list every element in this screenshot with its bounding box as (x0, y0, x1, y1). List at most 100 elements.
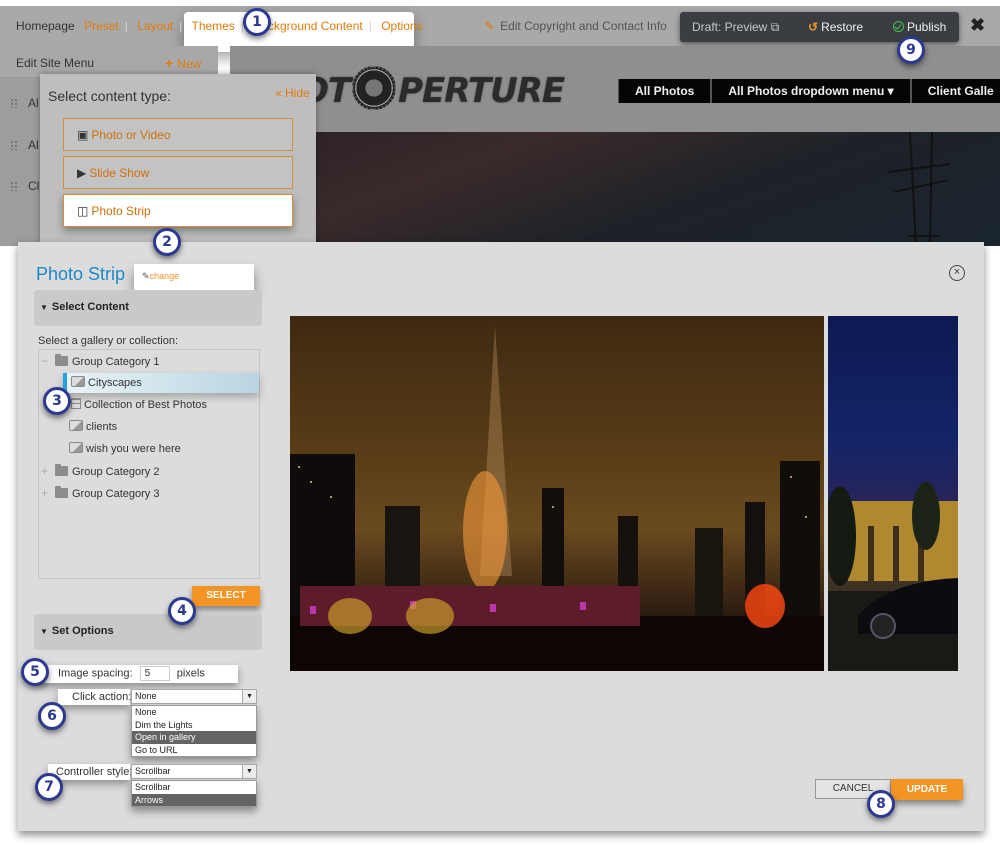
nav-divider: | (368, 19, 372, 33)
collapse-icon[interactable]: − (41, 351, 55, 371)
site-menu-client-galleries[interactable]: Client Galle (910, 79, 1000, 103)
folder-icon (55, 354, 68, 366)
photo-strip-dialog: Photo Strip ✎change × ▼ Select Content Se… (18, 242, 984, 831)
controller-style-option[interactable]: Scrollbar (132, 781, 256, 794)
nav-layout[interactable]: Layout (137, 19, 173, 33)
undo-icon: ↺ (808, 20, 819, 34)
callout-badge-5: 5 (21, 658, 49, 686)
section-title: Set Options (51, 625, 114, 637)
tree-label: Group Category 3 (72, 488, 160, 500)
click-action-select[interactable]: None ▼ (131, 689, 257, 704)
click-action-option-highlighted[interactable]: Open in gallery (132, 731, 256, 744)
nav-preset[interactable]: Preset (84, 19, 119, 33)
draft-preview-button[interactable]: Draft: Preview ⧉ (692, 20, 779, 35)
photo-strip-preview (290, 316, 958, 672)
drag-handle-icon[interactable] (10, 140, 18, 150)
nav-themes[interactable]: Themes (192, 19, 235, 33)
tree-label: wish you were here (86, 443, 181, 455)
admin-nav: Homepage Preset | Layout | Themes | Backgro… (16, 19, 429, 33)
site-header: OT PERTURE All Photos All Photos dropdown… (230, 46, 1000, 132)
edit-copyright-label: Edit Copyright and Contact Info (500, 19, 667, 33)
option-label: Slide Show (89, 166, 150, 180)
click-action-option[interactable]: Dim the Lights (132, 719, 256, 732)
new-menu-item-button[interactable]: + New (165, 55, 201, 71)
select-content-section-header[interactable]: ▼ Select Content (34, 290, 262, 326)
nav-options[interactable]: Options (381, 19, 422, 33)
play-icon: ▶ (77, 166, 87, 180)
change-label: change (149, 271, 180, 281)
sidebar-item-label: Al (28, 96, 39, 110)
update-button[interactable]: UPDATE (891, 779, 963, 800)
draft-preview-label: Draft: Preview (692, 20, 768, 34)
publish-label: Publish (907, 20, 947, 34)
tree-gallery-selected[interactable]: Cityscapes (63, 373, 259, 393)
callout-badge-1: 1 (243, 8, 271, 36)
drag-handle-icon[interactable] (10, 98, 18, 108)
expand-icon[interactable]: + (41, 461, 55, 481)
sidebar-title: Edit Site Menu (16, 56, 95, 70)
sidebar-menu-item[interactable]: Cl (10, 179, 39, 193)
change-type-link[interactable]: ✎change (142, 271, 179, 282)
callout-badge-3: 3 (43, 387, 71, 415)
folder-icon (55, 464, 68, 476)
publish-button[interactable]: Publish (893, 20, 946, 34)
controller-style-label: Controller style: (56, 766, 133, 778)
tree-folder[interactable]: + Group Category 2 (41, 461, 159, 481)
tree-folder[interactable]: + Group Category 3 (41, 483, 159, 503)
tree-label: Collection of Best Photos (84, 399, 207, 411)
preview-photo-palace (828, 316, 958, 671)
content-type-photo-or-video[interactable]: ▣ Photo or Video (63, 118, 293, 151)
site-menu: All Photos All Photos dropdown menu ▾ Cl… (618, 79, 1000, 103)
tree-gallery[interactable]: clients (69, 417, 117, 437)
hide-panel-button[interactable]: « Hide (275, 86, 310, 100)
set-options-section-header[interactable]: ▼ Set Options (34, 614, 262, 650)
click-action-option[interactable]: None (132, 706, 256, 719)
nav-homepage[interactable]: Homepage (16, 19, 75, 33)
controller-style-option-highlighted[interactable]: Arrows (132, 793, 256, 806)
image-spacing-row: Image spacing: 5 pixels (58, 666, 205, 681)
restore-button[interactable]: ↺ Restore (808, 20, 863, 34)
tree-label: Group Category 2 (72, 466, 160, 478)
close-dialog-icon[interactable]: × (949, 265, 965, 281)
sidebar-menu-item[interactable]: Al (10, 138, 39, 152)
preview-photo-fountain (290, 316, 824, 671)
callout-badge-7: 7 (35, 773, 63, 801)
nav-divider: | (124, 19, 128, 33)
edit-copyright-link[interactable]: ✎ Edit Copyright and Contact Info (484, 19, 667, 33)
option-label: Photo Strip (91, 204, 151, 218)
gallery-icon (69, 442, 83, 453)
content-type-slide-show[interactable]: ▶ Slide Show (63, 156, 293, 189)
sidebar-menu-item[interactable]: Al (10, 96, 39, 110)
content-type-photo-strip[interactable]: ◫ Photo Strip (63, 194, 293, 227)
callout-badge-2: 2 (153, 228, 181, 256)
expand-icon[interactable]: + (41, 483, 55, 503)
click-action-option[interactable]: Go to URL (132, 744, 256, 757)
dropdown-arrow-icon[interactable]: ▼ (242, 765, 256, 778)
nav-divider: | (179, 19, 183, 33)
columns-icon: ◫ (77, 204, 89, 218)
close-editor-icon[interactable]: ✖ (970, 15, 985, 36)
option-label: Photo or Video (91, 128, 171, 142)
site-menu-all-photos[interactable]: All Photos (618, 79, 712, 103)
site-preview: OT PERTURE All Photos All Photos dropdown… (230, 46, 1000, 246)
aperture-gear-icon (352, 66, 397, 110)
site-menu-dropdown[interactable]: All Photos dropdown menu ▾ (711, 79, 911, 103)
gallery-prompt: Select a gallery or collection: (38, 335, 179, 347)
dropdown-arrow-icon[interactable]: ▼ (242, 690, 256, 703)
select-button[interactable]: SELECT (192, 586, 260, 606)
folder-icon (55, 486, 68, 498)
drag-handle-icon[interactable] (10, 181, 18, 191)
image-spacing-input[interactable]: 5 (139, 666, 170, 681)
controller-style-value: Scrollbar (135, 766, 171, 776)
logo-text-right: PERTURE (398, 71, 565, 111)
controller-style-select[interactable]: Scrollbar ▼ (131, 764, 257, 779)
callout-badge-8: 8 (867, 790, 895, 818)
screen: Homepage Preset | Layout | Themes | Backgro… (0, 0, 1000, 846)
external-link-icon: ⧉ (770, 20, 780, 34)
tree-collection[interactable]: Collection of Best Photos (71, 395, 207, 415)
sidebar-item-label: Cl (28, 179, 40, 193)
gallery-icon (71, 376, 85, 387)
tree-folder[interactable]: − Group Category 1 (41, 351, 159, 371)
tree-gallery[interactable]: wish you were here (69, 439, 181, 459)
controller-style-options: Scrollbar Arrows (131, 780, 257, 807)
